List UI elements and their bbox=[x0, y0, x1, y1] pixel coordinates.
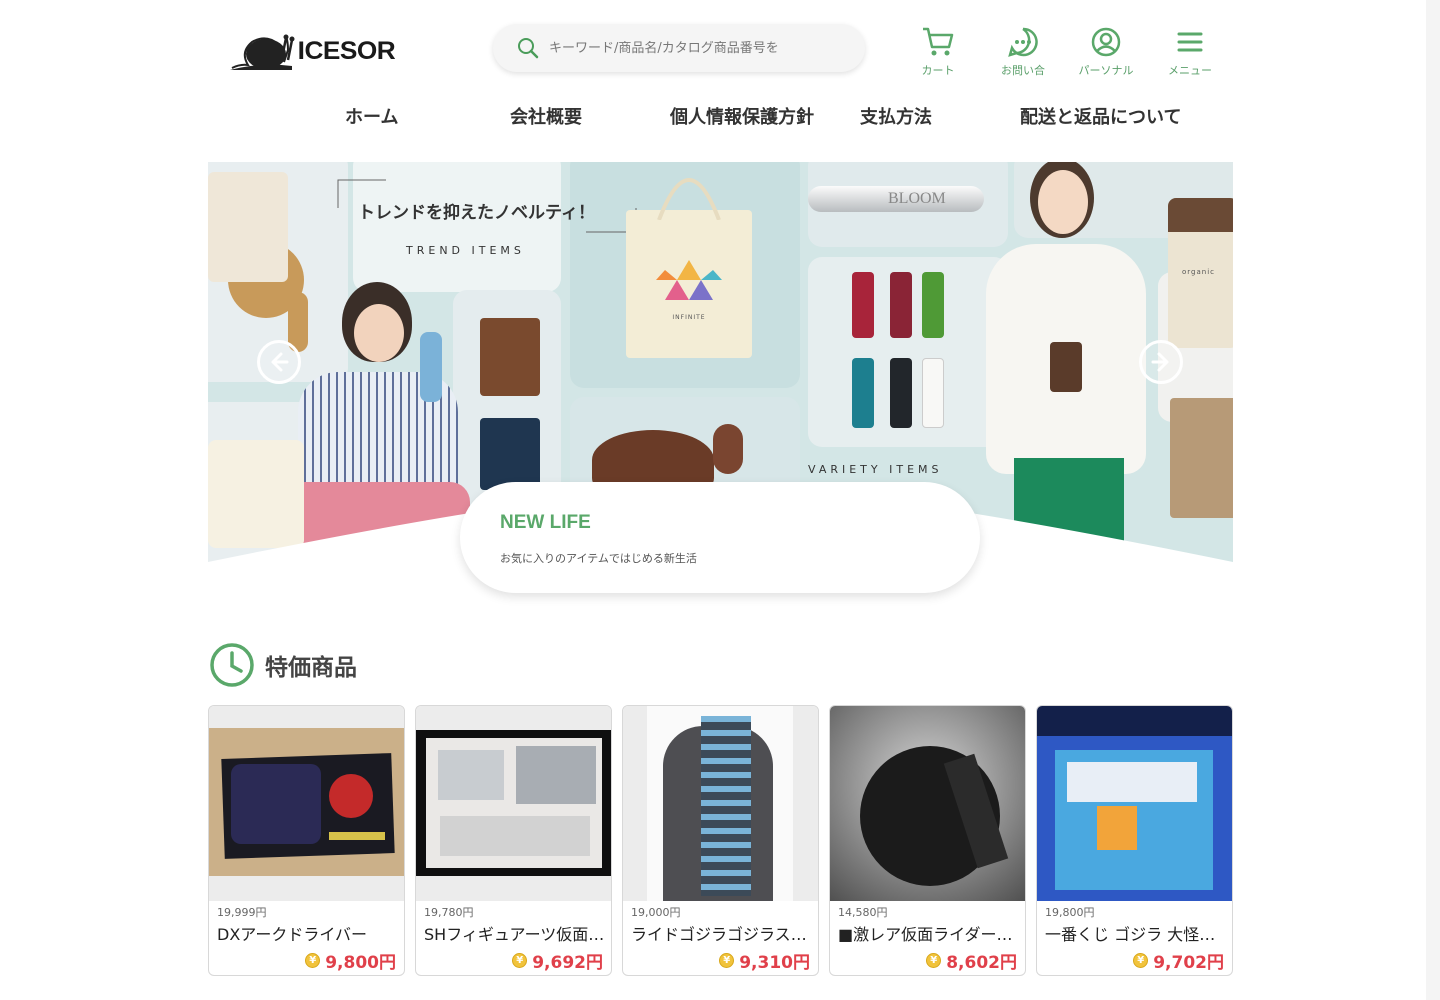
price-value: 8,602円 bbox=[946, 953, 1017, 973]
product-price: ¥9,692円 bbox=[512, 948, 603, 973]
search-bar[interactable] bbox=[493, 24, 865, 72]
scrollbar-track[interactable] bbox=[1426, 0, 1440, 1000]
product-price: ¥9,702円 bbox=[1133, 948, 1224, 973]
product-image[interactable] bbox=[416, 706, 611, 901]
arrow-right-icon bbox=[1151, 352, 1169, 372]
bottle-image bbox=[852, 272, 874, 338]
personal-button[interactable]: パーソナル bbox=[1071, 26, 1141, 78]
product-old-price: 19,000円 bbox=[631, 906, 681, 919]
hero-trend-items: TREND ITEMS bbox=[406, 244, 525, 257]
section-title: 特価商品 bbox=[265, 655, 357, 681]
price-value: 9,800円 bbox=[325, 953, 396, 973]
nav-shipping[interactable]: 配送と返品について bbox=[1020, 103, 1181, 129]
product-card[interactable]: 19,780円 SHフィギュアーツ仮面ライダー ¥9,692円 bbox=[415, 705, 612, 976]
leather-notebook-image bbox=[480, 318, 540, 396]
product-name[interactable]: ■激レア仮面ライダーグッズ bbox=[838, 921, 1020, 945]
nav-company[interactable]: 会社概要 bbox=[510, 103, 582, 129]
menu-icon bbox=[1177, 32, 1203, 52]
site-logo[interactable]: ICESOR bbox=[230, 28, 396, 74]
slider-next-button[interactable] bbox=[1139, 340, 1183, 384]
search-icon[interactable] bbox=[517, 37, 539, 59]
product-card[interactable]: 19,000円 ライドゴジラゴジラスーツ ¥9,310円 bbox=[622, 705, 819, 976]
infinite-logo-icon bbox=[656, 260, 722, 300]
menu-button[interactable]: メニュー bbox=[1155, 26, 1225, 78]
main-nav: ホーム 会社概要 個人情報保護方針 支払方法 配送と返品について bbox=[0, 103, 1440, 129]
bottle-image bbox=[922, 358, 944, 428]
bottle-image bbox=[890, 272, 912, 338]
nav-privacy[interactable]: 個人情報保護方針 bbox=[670, 103, 814, 129]
product-name[interactable]: SHフィギュアーツ仮面ライダー bbox=[424, 921, 606, 945]
product-image[interactable] bbox=[1037, 706, 1232, 901]
tote-bag-image: INFINITE bbox=[626, 178, 752, 358]
bloom-text: BLOOM bbox=[888, 190, 946, 207]
tote-handle bbox=[657, 178, 721, 220]
product-image[interactable] bbox=[623, 706, 818, 901]
organic-text: organic bbox=[1182, 268, 1216, 276]
yen-coin-icon: ¥ bbox=[1133, 953, 1149, 968]
price-value: 9,702円 bbox=[1153, 953, 1224, 973]
yen-coin-icon: ¥ bbox=[305, 953, 321, 968]
hero-headline: トレンドを抑えたノベルティ！ bbox=[358, 203, 595, 223]
arrow-left-icon bbox=[271, 352, 289, 372]
cart-button[interactable]: カート bbox=[903, 26, 973, 78]
search-input[interactable] bbox=[549, 40, 849, 56]
product-old-price: 14,580円 bbox=[838, 906, 888, 919]
bottle-image bbox=[852, 358, 874, 428]
product-price: ¥9,800円 bbox=[305, 948, 396, 973]
yen-coin-icon: ¥ bbox=[926, 953, 942, 968]
menu-label: メニュー bbox=[1168, 64, 1212, 77]
slider-prev-button[interactable] bbox=[257, 340, 301, 384]
price-value: 9,692円 bbox=[532, 953, 603, 973]
tumbler-image: organic bbox=[1168, 198, 1233, 348]
product-card[interactable]: 19,999円 DXアークドライバー ¥9,800円 bbox=[208, 705, 405, 976]
product-image[interactable] bbox=[830, 706, 1025, 901]
product-old-price: 19,780円 bbox=[424, 906, 474, 919]
clock-icon bbox=[210, 643, 254, 687]
bottle-image bbox=[922, 272, 944, 338]
product-price: ¥9,310円 bbox=[719, 948, 810, 973]
cart-label: カート bbox=[921, 64, 955, 77]
contact-button[interactable]: お問い合 bbox=[988, 26, 1058, 78]
product-price: ¥8,602円 bbox=[926, 948, 1017, 973]
product-image[interactable] bbox=[209, 706, 404, 901]
product-old-price: 19,800円 bbox=[1045, 906, 1095, 919]
product-card[interactable]: 19,800円 一番くじ ゴジラ 大怪獣列伝 ¥9,702円 bbox=[1036, 705, 1233, 976]
drawstring-bag-image bbox=[208, 172, 288, 282]
logo-text: ICESOR bbox=[297, 36, 396, 65]
nav-payment[interactable]: 支払方法 bbox=[860, 103, 932, 129]
product-name[interactable]: 一番くじ ゴジラ 大怪獣列伝 bbox=[1045, 921, 1227, 945]
product-old-price: 19,999円 bbox=[217, 906, 267, 919]
cart-icon bbox=[923, 27, 954, 56]
hero-card-subtitle: お気に入りのアイテムではじめる新生活 bbox=[500, 552, 697, 565]
yen-coin-icon: ¥ bbox=[512, 953, 528, 968]
personal-label: パーソナル bbox=[1078, 64, 1134, 77]
product-name[interactable]: DXアークドライバー bbox=[217, 921, 399, 945]
chat-icon bbox=[1008, 27, 1038, 57]
user-icon bbox=[1091, 27, 1121, 57]
nav-home[interactable]: ホーム bbox=[345, 103, 398, 129]
product-name[interactable]: ライドゴジラゴジラスーツ bbox=[631, 921, 813, 945]
price-value: 9,310円 bbox=[739, 953, 810, 973]
mug-handle bbox=[713, 424, 743, 474]
hero-caption-card[interactable]: NEW LIFE お気に入りのアイテムではじめる新生活 bbox=[460, 482, 980, 593]
hero-variety-items: VARIETY ITEMS bbox=[808, 463, 943, 476]
infinite-text: INFINITE bbox=[672, 314, 706, 321]
snail-logo-icon bbox=[230, 34, 295, 70]
product-list: 19,999円 DXアークドライバー ¥9,800円 19,780円 SHフィギ… bbox=[208, 705, 1233, 976]
contact-label: お問い合 bbox=[1001, 64, 1045, 77]
hero-card-title: NEW LIFE bbox=[500, 512, 591, 533]
product-card[interactable]: 14,580円 ■激レア仮面ライダーグッズ ¥8,602円 bbox=[829, 705, 1026, 976]
bottle-image bbox=[890, 358, 912, 428]
section-header: 特価商品 bbox=[209, 642, 357, 688]
yen-coin-icon: ¥ bbox=[719, 953, 735, 968]
